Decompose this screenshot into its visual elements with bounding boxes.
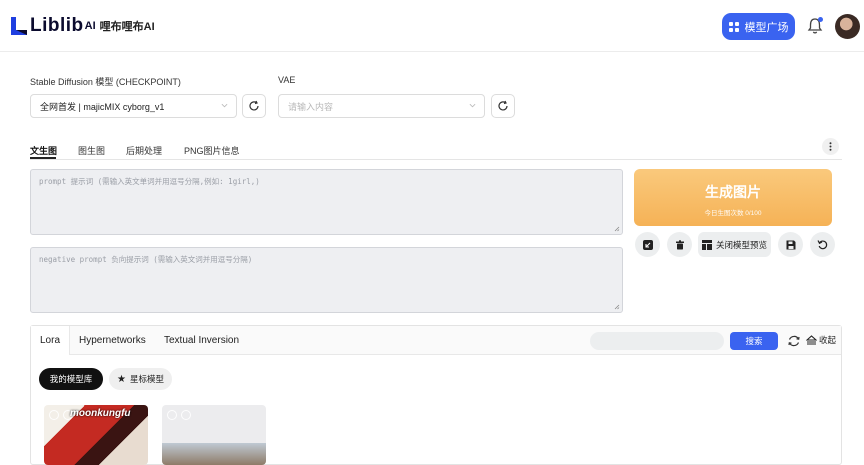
model-card[interactable] — [162, 405, 266, 465]
arrow-down-left-icon — [642, 239, 653, 250]
top-bar: Liblib AI 哩布哩布AI 模型广场 — [0, 0, 864, 52]
refresh-icon — [498, 100, 508, 111]
info-icon[interactable] — [49, 410, 59, 420]
extra-networks-panel: Lora Hypernetworks Textual Inversion 搜索 … — [30, 325, 842, 465]
layout-icon — [701, 239, 712, 250]
card-title-art: moonkungfu — [70, 408, 131, 419]
info-icon[interactable] — [167, 410, 177, 420]
avatar[interactable] — [835, 14, 860, 39]
close-model-preview-button[interactable]: 关闭模型预览 — [698, 232, 771, 257]
prompt-placeholder: prompt 提示词 (需输入英文单词并用逗号分隔,例如: 1girl,) — [39, 177, 260, 186]
refresh-icon — [249, 100, 259, 111]
tab-png-info[interactable]: PNG图片信息 — [184, 144, 240, 157]
generate-title: 生成图片 — [705, 184, 761, 200]
chevron-down-icon — [221, 103, 228, 108]
vae-refresh-button[interactable] — [491, 94, 515, 118]
negative-prompt-placeholder: negative prompt 负向提示词 (需输入英文词并用逗号分隔) — [39, 255, 253, 264]
kebab-icon — [829, 142, 832, 151]
model-card[interactable]: moonkungfu — [44, 405, 148, 465]
logo-text: Liblib — [30, 15, 84, 36]
chevron-down-icon — [469, 103, 476, 108]
notification-dot — [818, 17, 823, 22]
grid-icon — [728, 21, 739, 32]
tab-postprocess[interactable]: 后期处理 — [126, 144, 162, 157]
generate-quota: 今日生图次数 0/100 — [704, 210, 762, 217]
vae-select[interactable]: 请输入内容 — [278, 94, 485, 118]
checkpoint-value: 全网首发 | majicMIX cyborg_v1 — [40, 101, 165, 112]
extra-networks-header: Lora Hypernetworks Textual Inversion 搜索 … — [31, 326, 841, 355]
main-tabs: 文生图 图生图 后期处理 PNG图片信息 — [30, 141, 842, 160]
vae-placeholder: 请输入内容 — [288, 101, 334, 112]
starred-models-button[interactable]: ★ 星标模型 — [109, 368, 172, 390]
model-market-label: 模型广场 — [744, 21, 789, 34]
search-button[interactable]: 搜索 — [730, 332, 778, 350]
model-market-button[interactable]: 模型广场 — [722, 13, 795, 40]
resize-grip-icon[interactable] — [614, 226, 620, 232]
starred-models-label: 星标模型 — [129, 374, 164, 384]
tab-hypernetworks[interactable]: Hypernetworks — [70, 326, 155, 355]
save-button[interactable] — [778, 232, 803, 257]
generate-button[interactable]: 生成图片 今日生图次数 0/100 — [634, 169, 832, 226]
star-icon: ★ — [117, 373, 126, 385]
model-search-input[interactable] — [590, 332, 724, 350]
star-outline-icon[interactable] — [181, 410, 191, 420]
checkpoint-refresh-button[interactable] — [242, 94, 266, 118]
checkpoint-select[interactable]: 全网首发 | majicMIX cyborg_v1 — [30, 94, 237, 118]
vae-label: VAE — [278, 75, 296, 85]
reset-button[interactable] — [810, 232, 835, 257]
undo-icon — [817, 240, 828, 250]
active-tab-indicator — [30, 157, 56, 159]
close-model-preview-label: 关闭模型预览 — [715, 239, 767, 250]
my-models-button[interactable]: 我的模型库 — [39, 368, 103, 390]
trash-icon — [675, 239, 684, 249]
logo-ai: AI — [84, 20, 96, 32]
logo-chinese-name: 哩布哩布AI — [99, 21, 155, 33]
refresh-icon[interactable] — [787, 334, 801, 348]
my-models-label: 我的模型库 — [49, 374, 93, 384]
trash-button[interactable] — [667, 232, 692, 257]
collapse-button[interactable]: 收起 — [806, 334, 836, 346]
resize-grip-icon[interactable] — [614, 304, 620, 310]
card-thumbnail — [162, 443, 266, 465]
liblib-logo-icon — [11, 17, 27, 35]
collapse-icon — [806, 335, 817, 345]
more-options-button[interactable] — [822, 138, 839, 155]
negative-prompt-input[interactable]: negative prompt 负向提示词 (需输入英文词并用逗号分隔) — [30, 247, 623, 313]
prompt-input[interactable]: prompt 提示词 (需输入英文单词并用逗号分隔,例如: 1girl,) — [30, 169, 623, 235]
tab-img2img[interactable]: 图生图 — [78, 144, 105, 157]
arrow-down-left-button[interactable] — [635, 232, 660, 257]
tab-txt2img[interactable]: 文生图 — [30, 144, 57, 157]
tab-lora[interactable]: Lora — [31, 326, 71, 355]
collapse-label: 收起 — [819, 335, 837, 345]
tab-textual-inversion[interactable]: Textual Inversion — [155, 326, 248, 355]
logo[interactable]: Liblib AI 哩布哩布AI — [10, 15, 155, 37]
checkpoint-label: Stable Diffusion 模型 (CHECKPOINT) — [30, 77, 181, 87]
save-icon — [786, 240, 795, 249]
